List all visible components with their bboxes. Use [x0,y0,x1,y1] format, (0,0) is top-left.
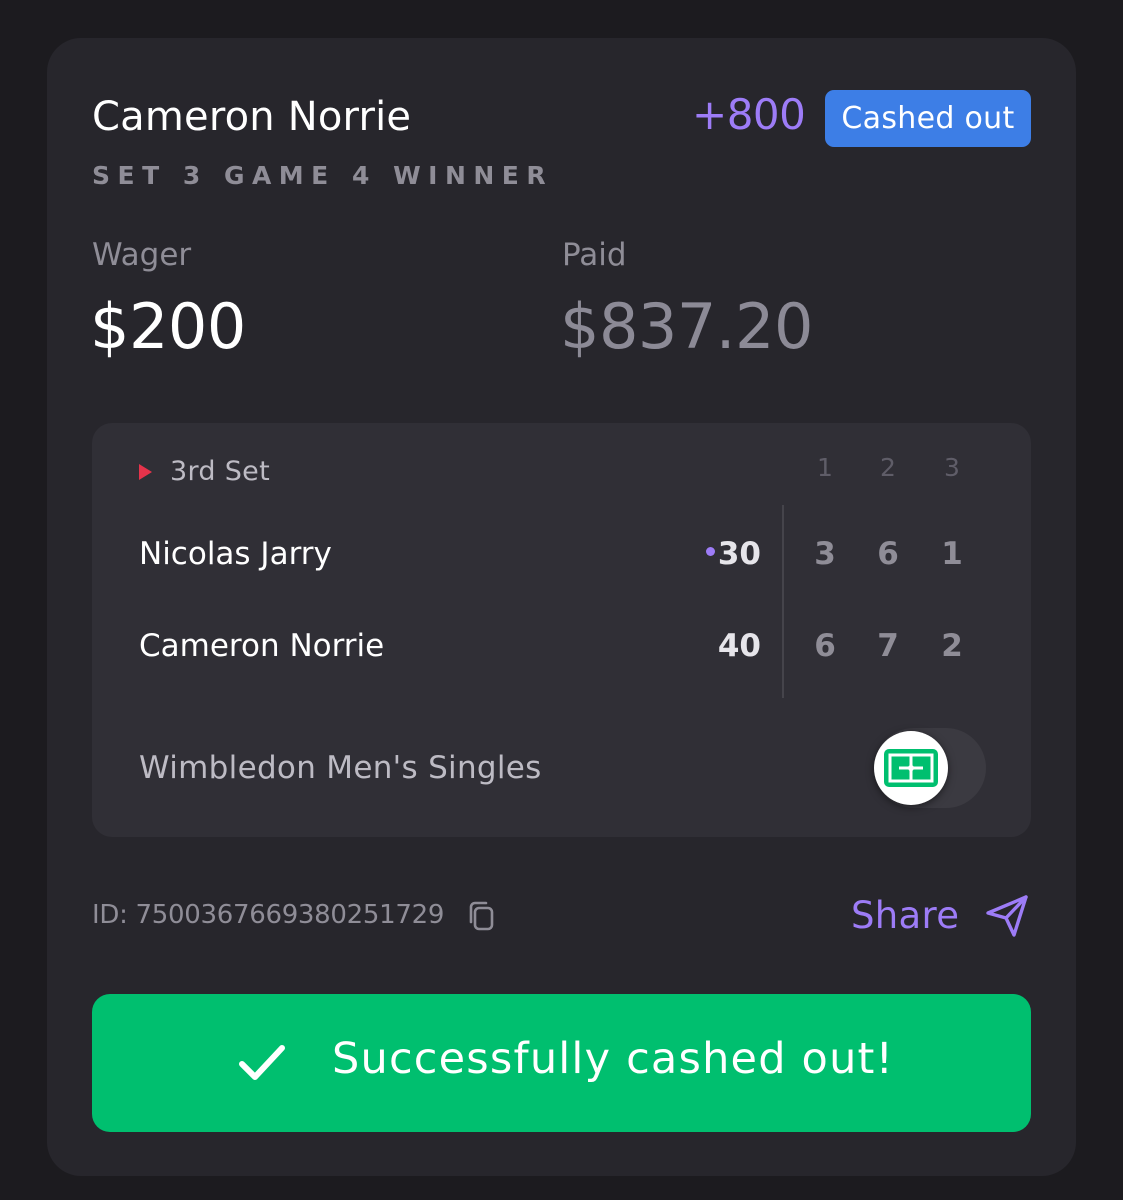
copy-icon[interactable] [467,900,495,932]
score-divider [782,505,784,698]
serving-indicator-icon [705,547,715,556]
wager-label: Wager [92,237,192,273]
success-message: Successfully cashed out! [332,1034,895,1084]
checkmark-icon [239,1045,285,1080]
set-score: 7 [877,628,899,664]
player-name: Nicolas Jarry [139,536,332,572]
points-value: 30 [717,536,761,572]
cashout-success-banner: Successfully cashed out! [92,994,1031,1132]
set-score: 6 [877,536,899,572]
set-score: 2 [941,628,963,664]
set-header: 3 [944,453,960,482]
paid-label: Paid [562,237,627,273]
set-header: 2 [880,453,896,482]
odds-value: +800 [692,90,806,139]
bet-id: ID: 7500367669380251729 [92,900,445,930]
live-indicator-icon [139,464,152,480]
court-view-toggle[interactable] [874,728,986,808]
set-score: 1 [941,536,963,572]
set-score: 6 [814,628,836,664]
set-score: 3 [814,536,836,572]
status-badge: Cashed out [825,90,1031,147]
bet-card: Cameron Norrie +800 Cashed out SET 3 GAM… [47,38,1076,1176]
scoreboard: 3rd Set 1 2 3 Nicolas Jarry 30 3 6 1 Cam… [92,423,1031,837]
wager-amount: $200 [90,290,246,363]
paid-amount: $837.20 [560,290,813,363]
current-set-label: 3rd Set [170,456,270,487]
send-icon[interactable] [983,893,1031,939]
bet-selection-title: Cameron Norrie [92,94,412,140]
share-button[interactable]: Share [851,894,959,937]
tennis-court-icon [884,749,938,787]
player-points: 30 [641,536,761,572]
player-name: Cameron Norrie [139,628,385,664]
event-name: Wimbledon Men's Singles [139,750,542,786]
market-label: SET 3 GAME 4 WINNER [92,161,554,190]
set-header: 1 [817,453,833,482]
toggle-knob[interactable] [874,731,948,805]
player-points: 40 [717,628,761,664]
